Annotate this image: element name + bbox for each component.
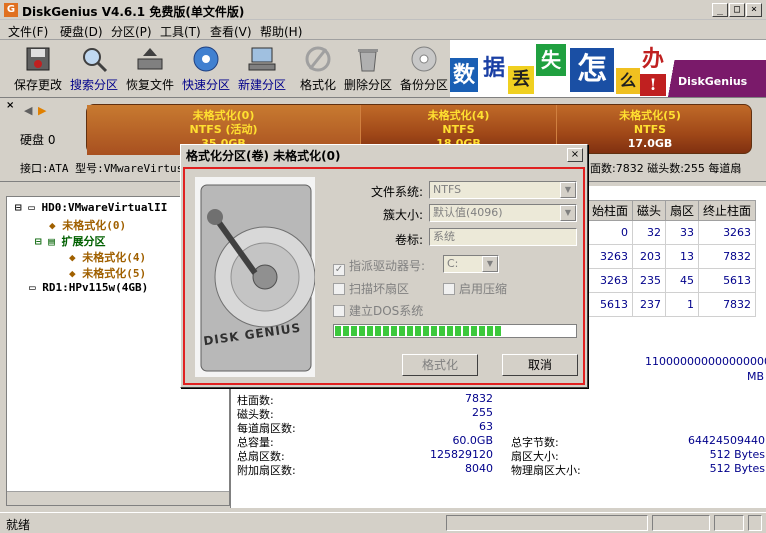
- tree-scrollbar[interactable]: [7, 491, 229, 505]
- menu-bar: 文件(F) 硬盘(D) 分区(P) 工具(T) 查看(V) 帮助(H): [0, 20, 766, 40]
- format-button[interactable]: 格式化: [290, 44, 346, 96]
- status-panel: [652, 515, 710, 531]
- banner-char: 据: [480, 52, 508, 84]
- search-icon: [78, 44, 110, 74]
- quick-partition-icon: [190, 44, 222, 74]
- title-bar: G DiskGenius V4.6.1 免费版(单文件版) _ □ ×: [0, 0, 766, 20]
- volume-label-input[interactable]: 系统: [429, 228, 577, 246]
- banner-char: 怎: [570, 48, 614, 92]
- status-text: 就绪: [6, 518, 31, 532]
- window-title: DiskGenius V4.6.1 免费版(单文件版): [22, 5, 245, 19]
- save-changes-button[interactable]: 保存更改: [10, 44, 66, 96]
- status-panel: [446, 515, 648, 531]
- dialog-title: 格式化分区(卷) 未格式化(0): [183, 147, 585, 165]
- chevron-down-icon: ▼: [560, 182, 576, 198]
- disk-id-suffix: MB: [747, 370, 765, 383]
- backup-partition-button[interactable]: 备份分区: [396, 44, 452, 96]
- table-row[interactable]: 5613 237 1 7832: [586, 292, 757, 317]
- save-icon: [22, 44, 54, 74]
- disk-info-left: 接口:ATA 型号:VMwareVirtus: [20, 162, 184, 175]
- tree-item[interactable]: ◆ 未格式化(0): [49, 217, 126, 233]
- menu-help[interactable]: 帮助(H): [260, 23, 302, 40]
- chevron-down-icon: ▼: [482, 256, 498, 272]
- col-header[interactable]: 终止柱面: [698, 200, 757, 221]
- prev-disk-icon[interactable]: ◀: [24, 104, 32, 117]
- cluster-size-label: 簇大小:: [382, 208, 423, 222]
- menu-file[interactable]: 文件(F): [8, 23, 48, 40]
- tree-item[interactable]: ▭ RD1:HPv115w(4GB): [29, 281, 148, 294]
- disk-details-right: 总字节数: 64424509440 扇区大小: 512 Bytes 物理扇区大小: 5…: [511, 434, 765, 477]
- menu-disk[interactable]: 硬盘(D): [60, 23, 103, 40]
- tree-item[interactable]: ⊟ ▭ HD0:VMwareVirtualII: [15, 201, 167, 214]
- search-partition-button[interactable]: 搜索分区: [66, 44, 122, 96]
- promo-banner[interactable]: 数 据 丢 失 怎 么 办 ! DiskGenius: [450, 40, 766, 97]
- drive-letter-select[interactable]: C: ▼: [443, 255, 499, 273]
- cancel-button[interactable]: 取消: [502, 354, 578, 376]
- new-partition-button[interactable]: 新建分区: [234, 44, 290, 96]
- hard-disk-image: DISK GENIUS: [195, 177, 315, 377]
- quick-partition-button[interactable]: 快速分区: [178, 44, 234, 96]
- partition-table: 始柱面 磁头 扇区 终止柱面 0 32 33 3263 3263 203 13 7832 3…: [586, 200, 757, 317]
- disk-info-right: 面数:7832 磁头数:255 每道扇: [590, 162, 742, 175]
- enable-compression-checkbox[interactable]: 启用压缩: [443, 280, 507, 297]
- menu-view[interactable]: 查看(V): [210, 23, 252, 40]
- restore-files-button[interactable]: 恢复文件: [122, 44, 178, 96]
- disk-id-value: 1100000000000000000: [645, 355, 766, 368]
- tree-item[interactable]: ⊟ ▤ 扩展分区: [35, 233, 106, 249]
- volume-label-label: 卷标:: [394, 233, 423, 247]
- status-panel: [748, 515, 762, 531]
- diskgenius-icon: G: [4, 3, 18, 17]
- minimize-button[interactable]: _: [712, 3, 728, 17]
- close-pane-icon[interactable]: ×: [6, 100, 14, 111]
- delete-partition-button[interactable]: 删除分区: [340, 44, 396, 96]
- menu-partition[interactable]: 分区(P): [111, 23, 152, 40]
- scan-bad-sectors-checkbox[interactable]: 扫描坏扇区: [333, 280, 409, 297]
- filesystem-select[interactable]: NTFS ▼: [429, 181, 577, 199]
- format-confirm-button[interactable]: 格式化: [402, 354, 478, 376]
- next-disk-icon[interactable]: ▶: [38, 104, 46, 117]
- table-row[interactable]: 3263 203 13 7832: [586, 244, 757, 269]
- delete-icon: [352, 44, 384, 74]
- close-button[interactable]: ×: [746, 3, 762, 17]
- dialog-body: DISK GENIUS 文件系统: NTFS ▼ 簇大小: 默认值(4096) ▼ …: [183, 167, 585, 385]
- banner-char: 数: [450, 58, 478, 92]
- cluster-size-select[interactable]: 默认值(4096) ▼: [429, 204, 577, 222]
- disk-details-left: 柱面数: 7832 磁头数: 255 每道扇区数: 63 总容量: 60.0GB 总扇区…: [237, 392, 493, 477]
- status-bar: 就绪: [0, 512, 766, 533]
- banner-char: !: [640, 74, 666, 96]
- format-icon: [302, 44, 334, 74]
- progress-fill: [335, 326, 503, 336]
- table-row[interactable]: 0 32 33 3263: [586, 220, 757, 245]
- disk-label: 硬盘 0: [20, 133, 56, 147]
- maximize-button[interactable]: □: [729, 3, 745, 17]
- col-header[interactable]: 始柱面: [586, 200, 634, 221]
- col-header[interactable]: 磁头: [632, 200, 667, 221]
- status-panel: [714, 515, 744, 531]
- assign-drive-letter-checkbox[interactable]: ✓ 指派驱动器号:: [333, 257, 425, 276]
- chevron-down-icon: ▼: [560, 205, 576, 221]
- banner-char: 么: [616, 68, 640, 94]
- table-row[interactable]: 3263 235 45 5613: [586, 268, 757, 293]
- tree-item[interactable]: ◆ 未格式化(4): [69, 249, 146, 265]
- backup-icon: [408, 44, 440, 74]
- dialog-close-button[interactable]: ×: [567, 148, 583, 162]
- create-dos-system-checkbox[interactable]: 建立DOS系统: [333, 302, 423, 319]
- new-partition-icon: [246, 44, 278, 74]
- banner-brand: DiskGenius: [666, 60, 766, 97]
- format-dialog: 格式化分区(卷) 未格式化(0) × DISK GENIUS 文件系统: NTF…: [180, 144, 588, 388]
- filesystem-label: 文件系统:: [370, 185, 423, 199]
- restore-icon: [134, 44, 166, 74]
- banner-char: 办: [640, 44, 666, 74]
- banner-char: 丢: [508, 66, 534, 94]
- col-header[interactable]: 扇区: [665, 200, 700, 221]
- banner-char: 失: [536, 44, 566, 76]
- menu-tools[interactable]: 工具(T): [160, 23, 201, 40]
- format-progress-bar: [333, 324, 577, 338]
- tree-item[interactable]: ◆ 未格式化(5): [69, 265, 146, 281]
